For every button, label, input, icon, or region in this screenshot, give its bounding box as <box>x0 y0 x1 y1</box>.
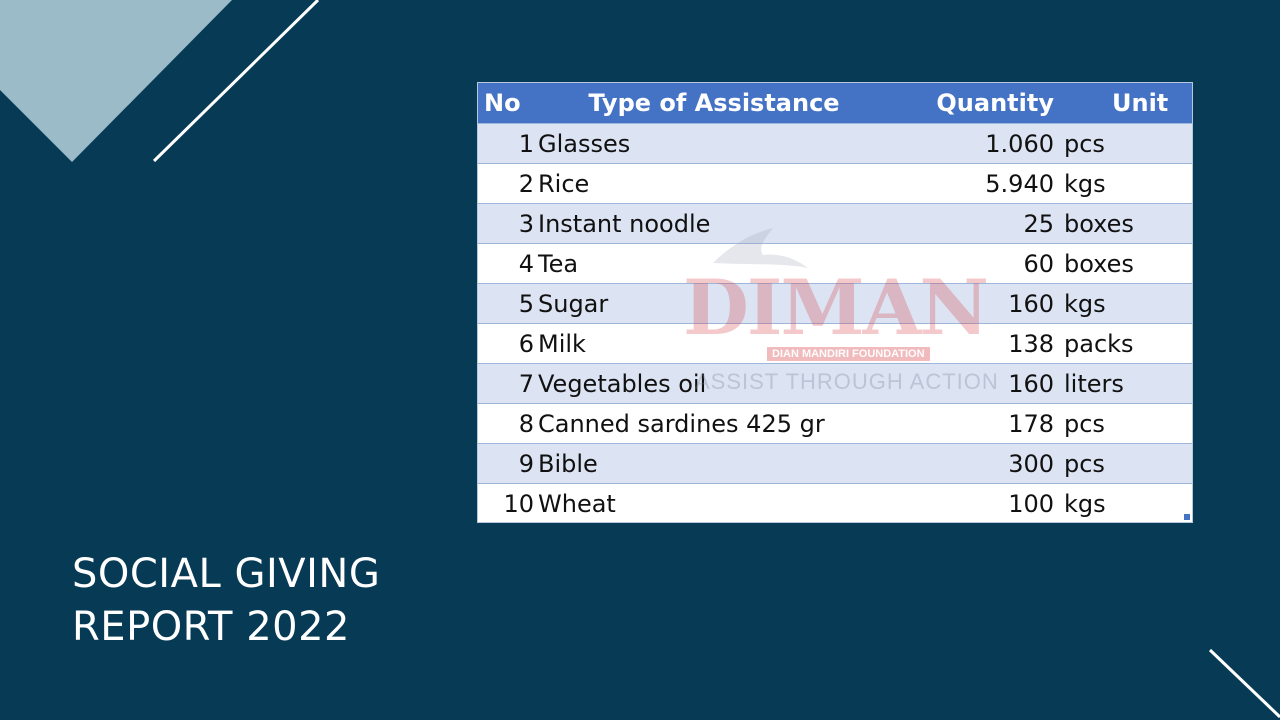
cell-unit: pcs <box>1054 403 1192 444</box>
table-row: 4 Tea 60 boxes <box>478 243 1192 284</box>
table-row: 3 Instant noodle 25 boxes <box>478 203 1192 244</box>
cell-unit: packs <box>1054 323 1192 364</box>
diagonal-line-bottom <box>1208 648 1280 719</box>
cell-quantity: 160 <box>894 363 1054 404</box>
table-row: 2 Rice 5.940 kgs <box>478 163 1192 204</box>
cell-unit: kgs <box>1054 163 1192 204</box>
cell-quantity: 1.060 <box>894 123 1054 164</box>
table-row: 10 Wheat 100 kgs <box>478 483 1192 522</box>
cell-no: 6 <box>478 323 534 364</box>
table-row: 5 Sugar 160 kgs <box>478 283 1192 324</box>
cell-quantity: 5.940 <box>894 163 1054 204</box>
title-line-1: SOCIAL GIVING <box>72 551 381 597</box>
cell-no: 3 <box>478 203 534 244</box>
cell-no: 9 <box>478 443 534 484</box>
cell-type: Sugar <box>534 283 894 324</box>
table-corner-marker <box>1184 514 1190 520</box>
table-header-row: No Type of Assistance Quantity Unit <box>478 83 1192 124</box>
cell-quantity: 178 <box>894 403 1054 444</box>
cell-unit: boxes <box>1054 243 1192 284</box>
table-row: 8 Canned sardines 425 gr 178 pcs <box>478 403 1192 444</box>
cell-quantity: 60 <box>894 243 1054 284</box>
cell-quantity: 100 <box>894 483 1054 522</box>
cell-type: Glasses <box>534 123 894 164</box>
cell-quantity: 300 <box>894 443 1054 484</box>
table-row: 9 Bible 300 pcs <box>478 443 1192 484</box>
table-row: 6 Milk 138 packs <box>478 323 1192 364</box>
cell-unit: boxes <box>1054 203 1192 244</box>
cell-unit: pcs <box>1054 443 1192 484</box>
cell-no: 10 <box>478 483 534 522</box>
cell-type: Bible <box>534 443 894 484</box>
cell-type: Instant noodle <box>534 203 894 244</box>
cell-no: 1 <box>478 123 534 164</box>
cell-unit: liters <box>1054 363 1192 404</box>
cell-no: 2 <box>478 163 534 204</box>
cell-no: 4 <box>478 243 534 284</box>
cell-unit: kgs <box>1054 283 1192 324</box>
cell-quantity: 138 <box>894 323 1054 364</box>
cell-type: Rice <box>534 163 894 204</box>
corner-triangle <box>0 0 232 162</box>
cell-no: 8 <box>478 403 534 444</box>
header-unit: Unit <box>1054 83 1192 124</box>
title-line-2: REPORT 2022 <box>72 604 350 650</box>
cell-quantity: 25 <box>894 203 1054 244</box>
header-type: Type of Assistance <box>534 83 894 124</box>
header-no: No <box>478 83 534 124</box>
slide-title: SOCIAL GIVING REPORT 2022 <box>72 548 380 654</box>
cell-type: Milk <box>534 323 894 364</box>
cell-no: 5 <box>478 283 534 324</box>
table-row: 1 Glasses 1.060 pcs <box>478 123 1192 164</box>
header-quantity: Quantity <box>894 83 1054 124</box>
assistance-table-image: No Type of Assistance Quantity Unit 1 Gl… <box>477 82 1193 523</box>
cell-quantity: 160 <box>894 283 1054 324</box>
cell-type: Wheat <box>534 483 894 522</box>
cell-type: Canned sardines 425 gr <box>534 403 894 444</box>
table-row: 7 Vegetables oil 160 liters <box>478 363 1192 404</box>
cell-unit: pcs <box>1054 123 1192 164</box>
assistance-table: No Type of Assistance Quantity Unit 1 Gl… <box>478 83 1192 522</box>
cell-unit: kgs <box>1054 483 1192 522</box>
cell-type: Tea <box>534 243 894 284</box>
cell-type: Vegetables oil <box>534 363 894 404</box>
cell-no: 7 <box>478 363 534 404</box>
